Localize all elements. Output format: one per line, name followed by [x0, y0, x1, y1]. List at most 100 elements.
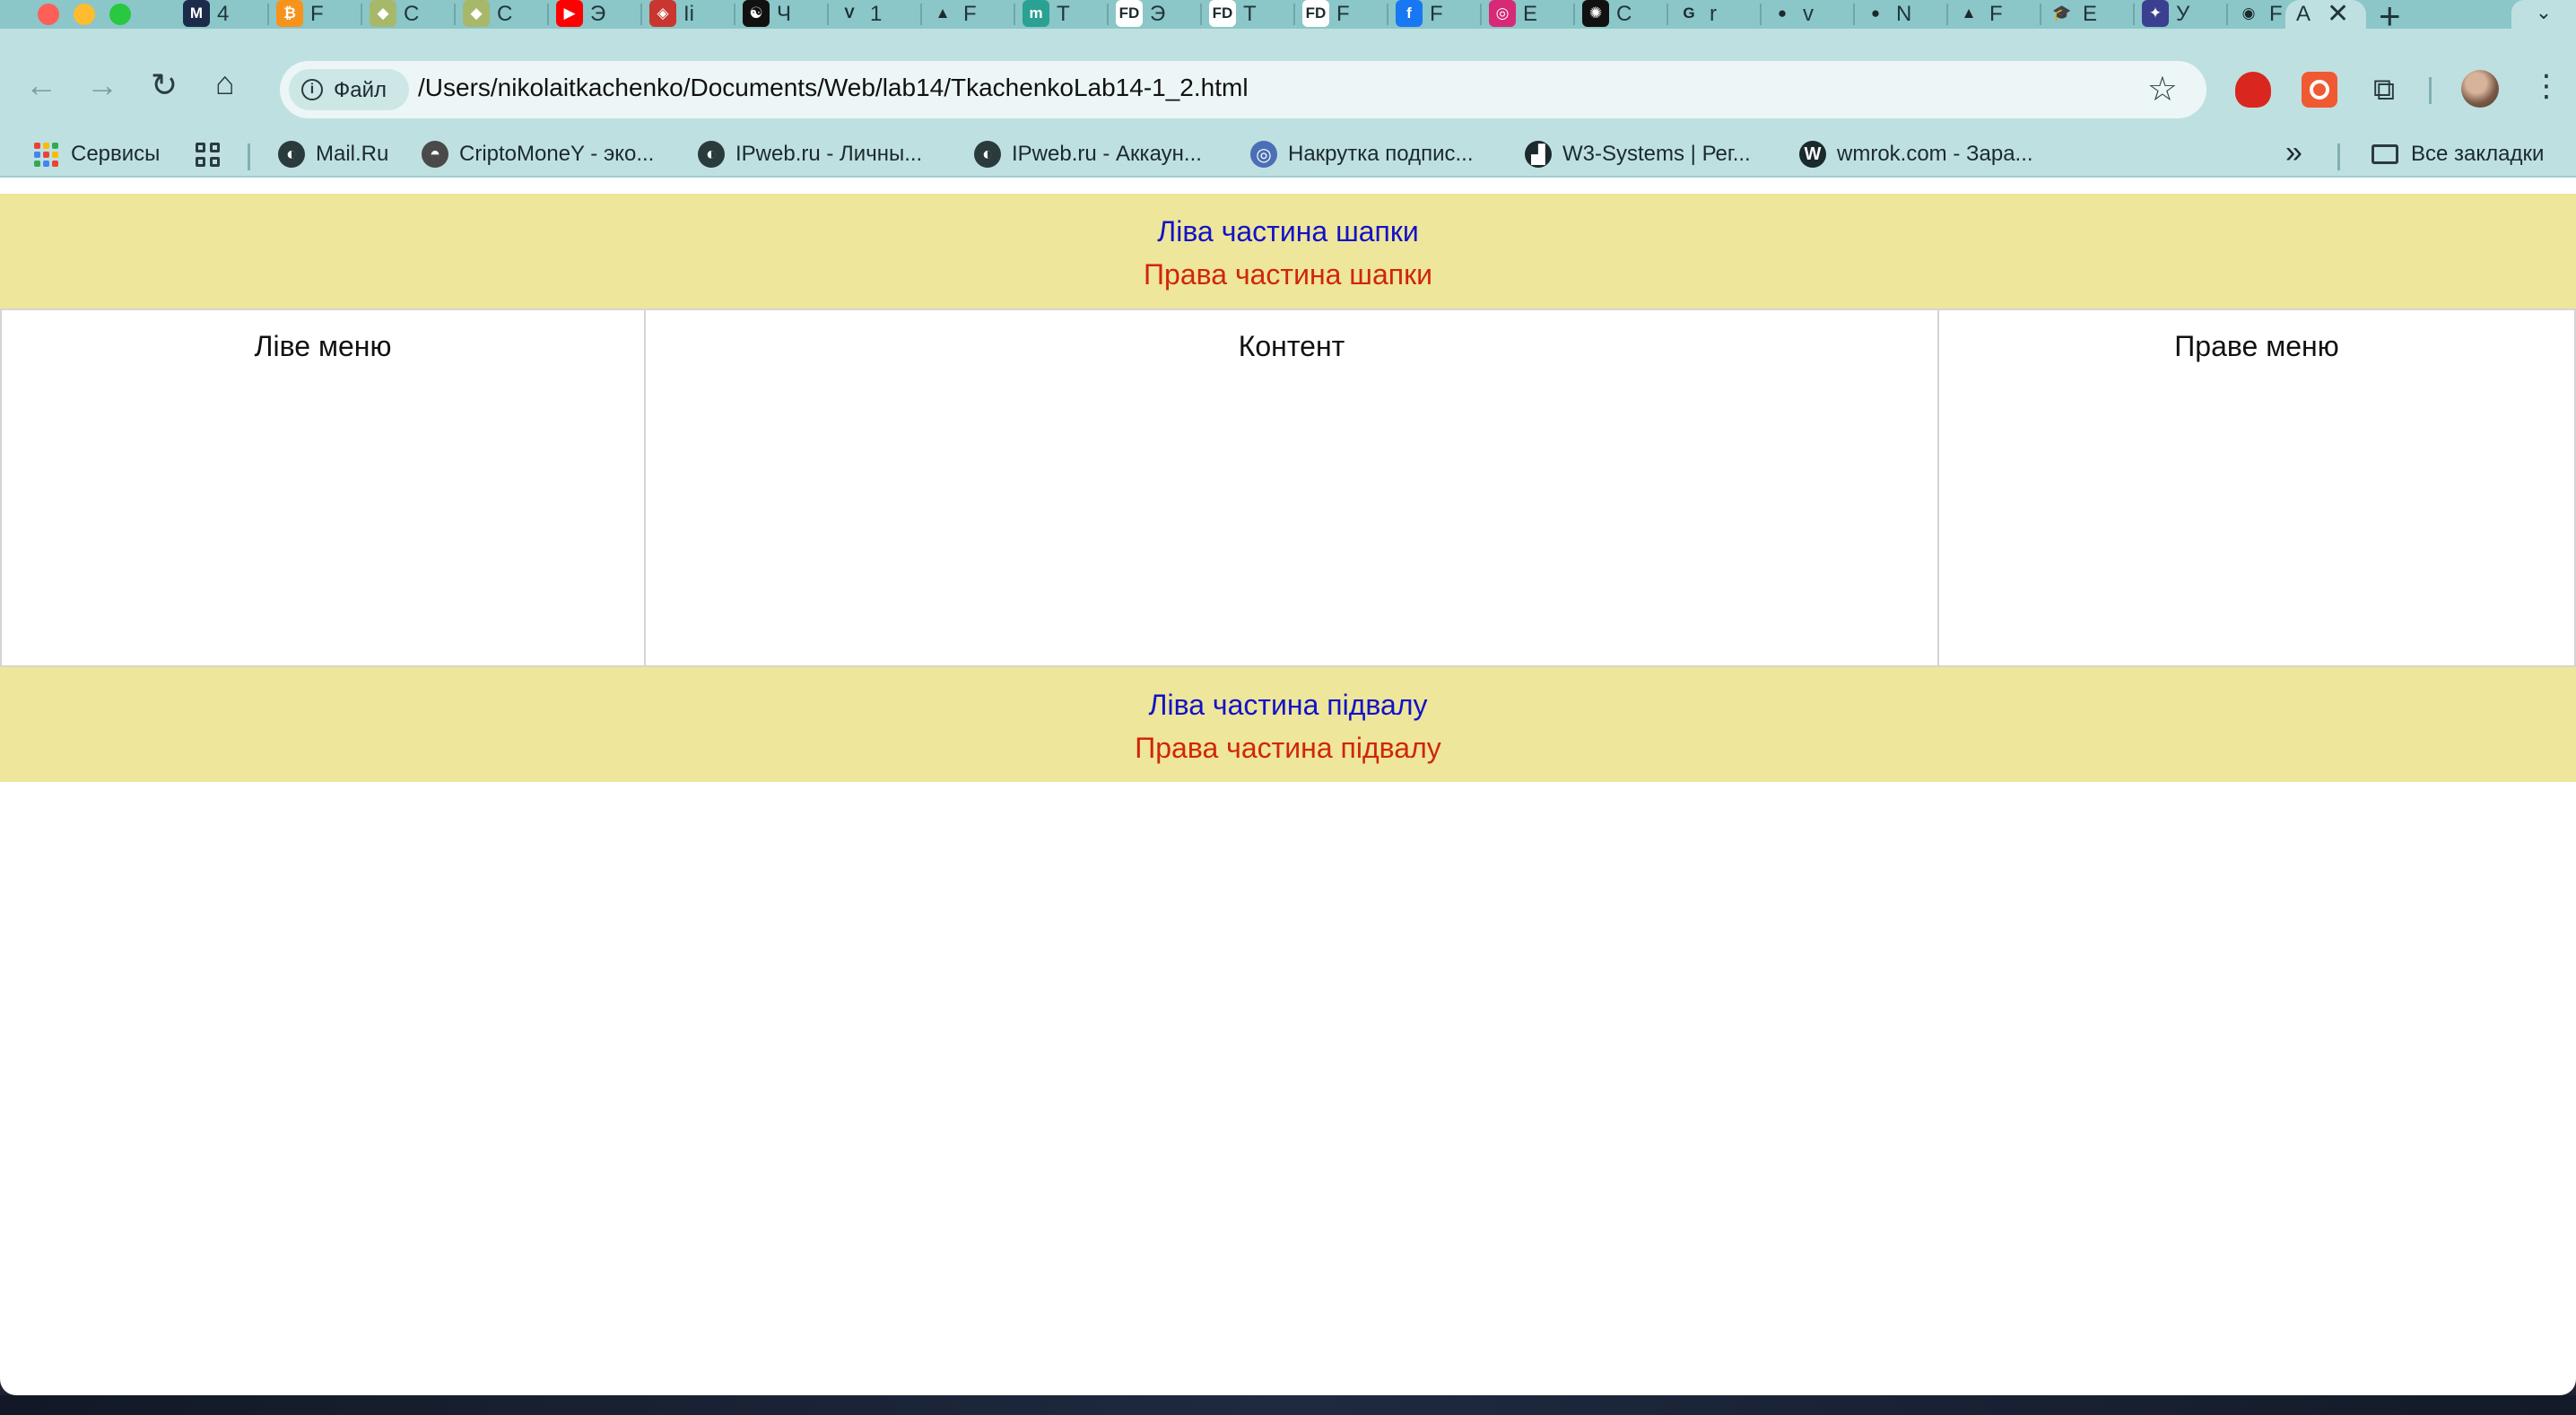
browser-tab[interactable]: ☯ Ч	[735, 0, 829, 29]
bookmarks-overflow-button[interactable]: »	[2285, 135, 2302, 169]
footer-right: Права частина підвалу	[1135, 732, 1441, 764]
browser-tab[interactable]: mT	[1015, 0, 1109, 29]
tab-title: v	[1803, 2, 1814, 26]
tab-active[interactable]: A ✕	[2285, 0, 2366, 29]
minimize-window-button[interactable]	[74, 4, 95, 25]
browser-tab[interactable]: ✺ C	[1575, 0, 1668, 29]
tab-title: F	[310, 2, 324, 26]
bookmark-label: wmrok.com - Зара...	[1837, 142, 2033, 166]
yinyang-icon: ☯	[743, 0, 770, 27]
browser-tab[interactable]: fF	[1388, 0, 1482, 29]
header-right: Права частина шапки	[1144, 258, 1432, 291]
page-footer: Ліва частина підвалу Права частина підва…	[0, 667, 2576, 782]
bookmarks-divider	[2337, 143, 2340, 170]
browser-tab[interactable]: ● v	[1762, 0, 1855, 29]
browser-tab[interactable]: 🎓 E	[2041, 0, 2135, 29]
reload-button[interactable]: ↻	[151, 66, 178, 104]
browser-tab[interactable]: ▲ F	[922, 0, 1015, 29]
site-info-chip[interactable]: i Файл	[289, 69, 409, 110]
all-bookmarks-button[interactable]: Все закладки	[2371, 138, 2544, 170]
header-left: Ліва частина шапки	[1157, 215, 1419, 247]
tab-title: 1	[870, 2, 883, 26]
content-area: Контент	[646, 308, 1937, 667]
url-text[interactable]: /Users/nikolaitkachenko/Documents/Web/la…	[418, 74, 1249, 102]
zoom-window-button[interactable]	[109, 4, 131, 25]
all-bookmarks-label: Все закладки	[2411, 142, 2545, 166]
browser-tab[interactable]: Gr	[1668, 0, 1762, 29]
browser-tab[interactable]: FD T	[1202, 0, 1295, 29]
browser-tab[interactable]: FD F	[1295, 0, 1388, 29]
page-middle: Ліве меню Контент Праве меню	[0, 308, 2576, 667]
bookmark-label: Сервисы	[71, 142, 161, 166]
tab-search-button[interactable]: ⌄	[2511, 0, 2576, 29]
browser-window: M 4 ₿ F ◆ C ◆ C ▶ Э ◈ Ii ☯ Ч V 1 ▲ Fm T FD Э FD T FD Ff F ◎ E ✺ C Gr ● v…	[0, 0, 2576, 1395]
mastodon-icon: M	[183, 0, 210, 27]
instagram-icon: ◎	[1489, 0, 1516, 27]
bookmark-item[interactable]: Wwmrok.com - Зара...	[1799, 138, 2033, 170]
bookmark-item[interactable]: ◐ IPweb.ru - Аккаун...	[974, 138, 1202, 170]
tab-title: F	[1989, 2, 2003, 26]
bookmark-label: Накрутка подпис...	[1288, 142, 1474, 166]
browser-tab[interactable]: M4	[176, 0, 269, 29]
forward-button[interactable]: →	[86, 66, 118, 104]
google-icon: G	[1675, 0, 1702, 27]
tab-title: Э	[590, 2, 606, 26]
left-menu: Ліве меню	[0, 308, 646, 667]
bookmark-item[interactable]: ◎ Накрутка подпис...	[1250, 138, 1474, 170]
record-extension-icon[interactable]	[2302, 72, 2337, 108]
tab-groups-button[interactable]	[196, 138, 220, 170]
browser-tab[interactable]: ◈ Ii	[642, 0, 735, 29]
browser-tab[interactable]: ✦ У	[2135, 0, 2228, 29]
emblem-icon: ◆	[370, 0, 396, 27]
browser-tab[interactable]: V1	[829, 0, 922, 29]
close-window-button[interactable]	[38, 4, 59, 25]
browser-tab[interactable]: ▲ F	[1948, 0, 2041, 29]
back-button[interactable]: ←	[25, 66, 57, 104]
bookmark-item[interactable]: ◐ IPweb.ru - Личны...	[698, 138, 922, 170]
browser-tab[interactable]: ◆ C	[362, 0, 456, 29]
bookmark-star-icon[interactable]: ☆	[2147, 69, 2178, 109]
close-icon[interactable]: ✕	[2327, 0, 2349, 30]
home-button[interactable]: ⌂	[215, 65, 235, 102]
tab-title: r	[1710, 2, 1717, 26]
bookmark-services[interactable]: Сервисы	[34, 138, 160, 170]
tab-title: C	[1616, 2, 1632, 26]
tab-title: F	[1430, 2, 1443, 26]
tab-title: F	[1336, 2, 1350, 26]
site-info-label: Файл	[334, 78, 387, 102]
bookmark-item[interactable]: ◐ Mail.Ru	[278, 138, 388, 170]
browser-tab[interactable]: ▶ Э	[549, 0, 642, 29]
globe-icon: ◐	[974, 141, 1001, 168]
browser-tab[interactable]: FD Э	[1109, 0, 1202, 29]
ublock-extension-icon[interactable]	[2235, 72, 2271, 108]
tab-title: E	[2083, 2, 2098, 26]
tab-title: Э	[1150, 2, 1166, 26]
tab-title: A	[2296, 2, 2311, 26]
menu-kebab-icon[interactable]: ⋮	[2531, 68, 2562, 104]
github-icon: ●	[1769, 0, 1796, 27]
apps-grid-icon	[34, 142, 58, 167]
profile-avatar[interactable]	[2461, 70, 2499, 108]
globe-icon: ◐	[278, 141, 305, 168]
w-logo-icon: W	[1799, 141, 1826, 168]
facebook-icon: f	[1396, 0, 1423, 27]
v-logo-icon: V	[836, 0, 863, 27]
folder-icon	[2371, 144, 2398, 164]
toolbar-divider	[2429, 77, 2432, 104]
browser-tab[interactable]: ● N	[1855, 0, 1948, 29]
address-bar[interactable]: i Файл /Users/nikolaitkachenko/Documents…	[280, 61, 2206, 118]
tab-title: У	[2176, 2, 2190, 26]
bookmark-item[interactable]: ◓ CriptoMoneY - эко...	[422, 138, 654, 170]
bookmark-label: Mail.Ru	[316, 142, 389, 166]
bookmark-item[interactable]: ▟ W3-Systems | Рег...	[1525, 138, 1751, 170]
chatgpt-icon: ✺	[1582, 0, 1609, 27]
extensions-puzzle-icon[interactable]: ⧉	[2366, 72, 2402, 108]
browser-tab[interactable]: ◆ C	[456, 0, 549, 29]
chrome-icon: ◉	[2235, 0, 2262, 27]
mortarboard-icon: 🎓	[2049, 0, 2076, 27]
web-page: Ліва частина шапки Права частина шапки Л…	[0, 194, 2576, 782]
globe-icon: ◐	[698, 141, 725, 168]
browser-tab[interactable]: ◎ E	[1482, 0, 1575, 29]
tab-title: C	[404, 2, 420, 26]
browser-tab[interactable]: ₿ F	[269, 0, 362, 29]
